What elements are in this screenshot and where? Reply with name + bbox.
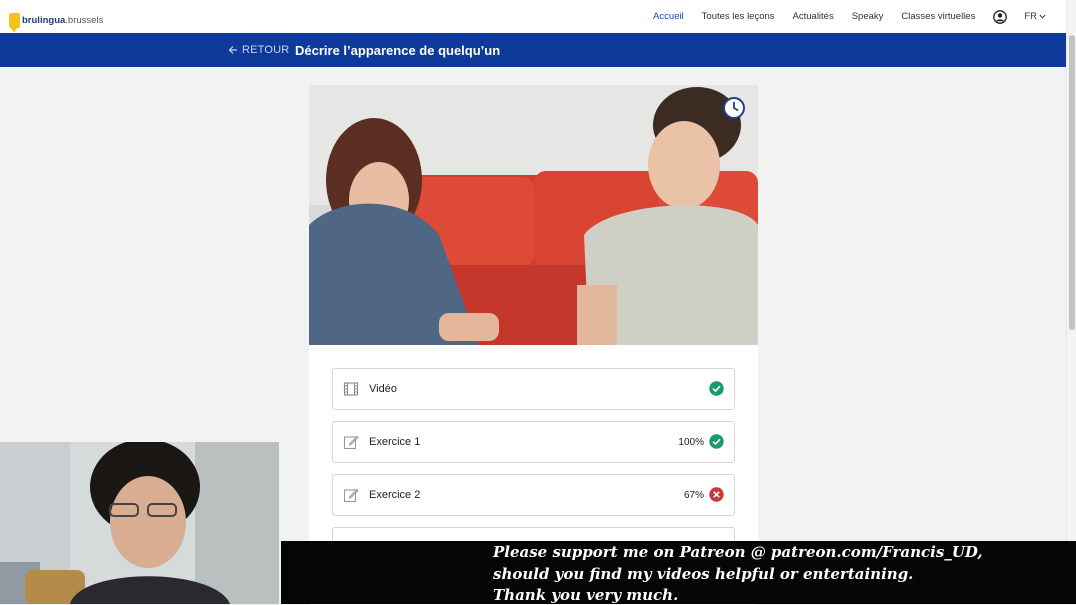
check-circle-icon [709,434,724,449]
language-selector[interactable]: FR [1024,11,1046,22]
check-circle-icon [709,381,724,396]
chevron-down-icon [1039,14,1046,19]
webcam-overlay [0,442,279,604]
lesson-item-label: Exercice 2 [369,489,421,501]
arrow-left-icon [228,46,237,54]
error-circle-icon [709,487,724,502]
lesson-item-label: Vidéo [369,383,397,395]
scrollbar-thumb[interactable] [1069,35,1075,330]
logo-speech-bubble-icon [9,13,20,33]
clock-icon[interactable] [723,97,745,119]
lesson-item-score: 100% [678,436,704,448]
nav-links: Accueil Toutes les leçons Actualités Spe… [635,0,1046,33]
page-scrollbar[interactable] [1066,0,1076,604]
nav-link-classes-virtuelles[interactable]: Classes virtuelles [901,11,975,22]
film-icon [343,382,359,396]
top-navbar: brulingua .brussels Accueil Toutes les l… [0,0,1066,34]
lesson-item-exercice-2[interactable]: Exercice 2 67% [332,474,735,516]
page-title: Décrire l’apparence de quelqu’un [295,42,501,58]
edit-icon [343,488,359,503]
back-label: RETOUR [242,44,290,56]
lesson-photo [309,85,758,345]
subtitle-line-2: should you find my videos helpful or ent… [493,565,914,583]
lesson-item-label: Exercice 1 [369,436,421,448]
logo-suffix: .brussels [65,15,104,26]
lesson-item-video[interactable]: Vidéo [332,368,735,410]
lesson-item-score: 67% [683,489,704,501]
nav-link-toutes-les-lecons[interactable]: Toutes les leçons [702,11,775,22]
user-circle-icon[interactable] [993,9,1008,24]
lesson-item-exercice-1[interactable]: Exercice 1 100% [332,421,735,463]
edit-icon [343,435,359,450]
logo-name: brulingua [22,15,66,26]
lesson-title-bar: RETOUR Décrire l’apparence de quelqu’un [0,33,1066,67]
nav-link-accueil[interactable]: Accueil [653,11,684,22]
language-label: FR [1024,11,1037,22]
back-button[interactable]: RETOUR [228,33,289,67]
nav-link-actualites[interactable]: Actualités [793,11,834,22]
subtitle-line-3: Thank you very much. [493,586,679,604]
lesson-card: Vidéo Exercice 1 100% Exercice 2 67% [309,85,758,605]
subtitle-overlay: Please support me on Patreon @ patreon.c… [281,541,1076,604]
brulingua-logo[interactable]: brulingua .brussels [9,6,104,33]
nav-link-speaky[interactable]: Speaky [852,11,884,22]
subtitle-line-1: Please support me on Patreon @ patreon.c… [493,543,983,561]
